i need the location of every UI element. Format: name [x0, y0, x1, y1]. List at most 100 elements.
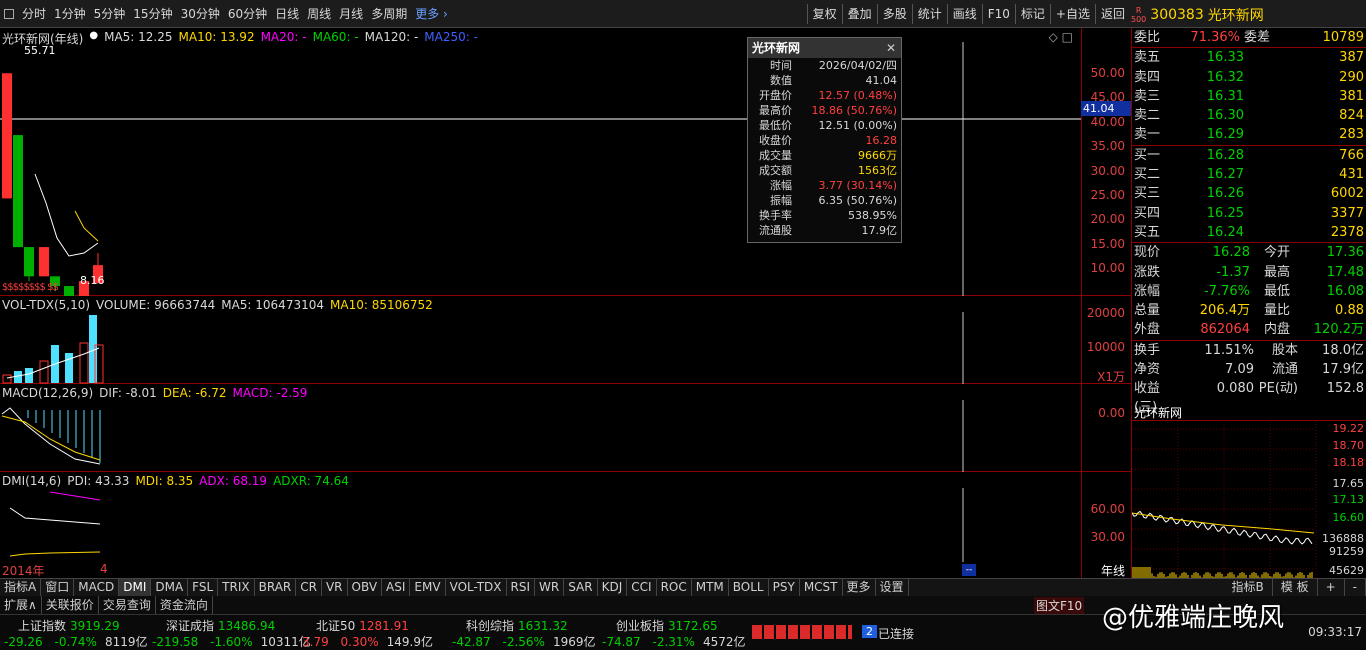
more-periods-button[interactable]: 更多 › [411, 4, 452, 24]
period-9[interactable]: 多周期 [367, 4, 411, 24]
tool-4[interactable]: 画线 [946, 4, 982, 24]
indicator-tab[interactable]: ASI [382, 579, 411, 596]
adx-line [49, 491, 101, 501]
connection-status: 已连接 [878, 627, 915, 641]
indicator-tab[interactable]: 设置 [876, 579, 909, 596]
period-5[interactable]: 60分钟 [224, 4, 271, 24]
popup-row: 开盘价 12.57 (0.48%) [748, 88, 901, 103]
period-6[interactable]: 日线 [271, 4, 303, 24]
period-3[interactable]: 15分钟 [129, 4, 176, 24]
level-price: 16.28 [1206, 147, 1244, 163]
level-volume: 431 [1339, 167, 1364, 183]
indicator-tab[interactable]: CR [296, 579, 322, 596]
tool-8[interactable]: 返回 [1094, 4, 1130, 24]
ma5-line [34, 173, 99, 257]
indicator-tab[interactable]: DMI [119, 579, 152, 596]
period-1[interactable]: 1分钟 [50, 4, 90, 24]
tool-6[interactable]: 标记 [1014, 4, 1050, 24]
macd-pane[interactable]: MACD(12,26,9) DIF: -8.01 DEA: -6.72 MACD… [0, 384, 1081, 472]
indicator-tab-right[interactable]: - [1345, 579, 1366, 596]
indicator-tab[interactable]: 更多 [843, 579, 876, 596]
indicator-tab-right[interactable]: + [1318, 579, 1345, 596]
period-2[interactable]: 5分钟 [90, 4, 130, 24]
ext-tab[interactable]: 扩展∧ [0, 596, 42, 614]
volume-pane[interactable]: VOL-TDX(5,10) VOLUME: 96663744 MA5: 1064… [0, 296, 1081, 384]
index-name-row[interactable]: 创业板指 3172.65 [616, 617, 718, 634]
indicator-tab[interactable]: MCST [800, 579, 843, 596]
indicator-tab[interactable]: CCI [627, 579, 657, 596]
f10-tab[interactable]: 图文F10 [1034, 597, 1085, 614]
index-name-row[interactable]: 科创综指 1631.32 [466, 617, 568, 634]
tool-0[interactable]: 复权 [806, 4, 842, 24]
clock-time: 09:33:17 [1308, 625, 1362, 639]
info-popup[interactable]: 光环新网 ✕ 时间 2026/04/02/四 数值 41.04 开盘价 12.57 (0.4… [747, 37, 902, 243]
ask-row[interactable]: 卖四 16.32 290 [1132, 68, 1366, 87]
indicator-tab[interactable]: TRIX [218, 579, 255, 596]
bid-row[interactable]: 买一 16.28 766 [1132, 146, 1366, 165]
indicator-tab[interactable]: DMA [151, 579, 189, 596]
indicator-tab[interactable]: VOL-TDX [446, 579, 507, 596]
indicator-tab[interactable]: 窗口 [41, 579, 75, 596]
period-4[interactable]: 30分钟 [177, 4, 224, 24]
indicator-tab[interactable]: ROC [657, 579, 692, 596]
window-icon[interactable] [4, 8, 14, 19]
indicator-tab-right[interactable]: 指标B [1224, 579, 1273, 596]
index-change: -42.87 [452, 635, 491, 649]
ask-row[interactable]: 卖五 16.33 387 [1132, 48, 1366, 67]
index-name-row[interactable]: 上证指数 3919.29 [18, 617, 120, 634]
stat-value: 16.28 [1212, 245, 1250, 261]
kline-pane[interactable]: 光环新网(年线) ● MA5: 12.25 MA10: 13.92 MA20: … [0, 28, 1081, 296]
vol-bar-0 [2, 374, 12, 384]
bid-row[interactable]: 买四 16.25 3377 [1132, 204, 1366, 223]
index-name: 深证成指 [166, 619, 215, 633]
close-icon[interactable]: ✕ [886, 38, 896, 58]
ext-tab[interactable]: 资金流向 [156, 596, 213, 614]
mini-axis-tick: 18.18 [1333, 456, 1365, 469]
indicator-tab[interactable]: BRAR [255, 579, 297, 596]
ask-row[interactable]: 卖三 16.31 381 [1132, 87, 1366, 106]
indicator-tab[interactable]: OBV [348, 579, 383, 596]
tool-5[interactable]: F10 [981, 4, 1015, 24]
dmi-pane[interactable]: DMI(14,6) PDI: 43.33 MDI: 8.35 ADX: 68.1… [0, 472, 1081, 578]
index-amount: 1969亿 [552, 635, 596, 649]
axis-tick: 25.00 [1090, 188, 1125, 202]
indicator-tab[interactable]: VR [322, 579, 348, 596]
index-name-row[interactable]: 北证50 1281.91 [316, 617, 409, 634]
tool-7[interactable]: +自选 [1049, 4, 1095, 24]
bid-row[interactable]: 买三 16.26 6002 [1132, 184, 1366, 203]
vol-bar-2 [25, 368, 33, 383]
period-8[interactable]: 月线 [335, 4, 367, 24]
intraday-mini-chart[interactable]: 光环新网 19.22 18.70 18.18 17.65 17.13 16.60 13688… [1131, 405, 1366, 580]
indicator-tab-right[interactable]: 模 板 [1273, 579, 1318, 596]
period-0[interactable]: 分时 [18, 4, 50, 24]
popup-row: 流通股 17.9亿 [748, 223, 901, 238]
axis-tick: 40.00 [1090, 114, 1125, 129]
period-7[interactable]: 周线 [303, 4, 335, 24]
index-name-row[interactable]: 深证成指 13486.94 [166, 617, 275, 634]
cursor-price-tag: 41.04 [1081, 101, 1131, 116]
bid-row[interactable]: 买五 16.24 2378 [1132, 223, 1366, 242]
indicator-tab[interactable]: KDJ [598, 579, 628, 596]
level-price: 16.25 [1206, 205, 1244, 221]
indicator-tab[interactable]: PSY [769, 579, 800, 596]
ext-tab[interactable]: 关联报价 [42, 596, 99, 614]
mini-price-line [1132, 510, 1313, 545]
indicator-tab[interactable]: RSI [507, 579, 536, 596]
ext-tab[interactable]: 交易查询 [99, 596, 156, 614]
indicator-tab[interactable]: 指标A [0, 579, 42, 596]
tool-1[interactable]: 叠加 [841, 4, 877, 24]
indicator-tab[interactable]: MACD [74, 579, 120, 596]
indicator-tab[interactable]: MTM [692, 579, 729, 596]
indicator-tab[interactable]: WR [535, 579, 565, 596]
ask-row[interactable]: 卖一 16.29 283 [1132, 125, 1366, 144]
tool-2[interactable]: 多股 [876, 4, 912, 24]
popup-value: 41.04 [865, 74, 898, 87]
bid-row[interactable]: 买二 16.27 431 [1132, 165, 1366, 184]
indicator-tab[interactable]: BOLL [729, 579, 769, 596]
tool-3[interactable]: 统计 [911, 4, 947, 24]
weibi-label: 委比 [1134, 30, 1161, 45]
indicator-tab[interactable]: SAR [564, 579, 598, 596]
indicator-tab[interactable]: FSL [188, 579, 219, 596]
ask-row[interactable]: 卖二 16.30 824 [1132, 106, 1366, 125]
indicator-tab[interactable]: EMV [410, 579, 446, 596]
